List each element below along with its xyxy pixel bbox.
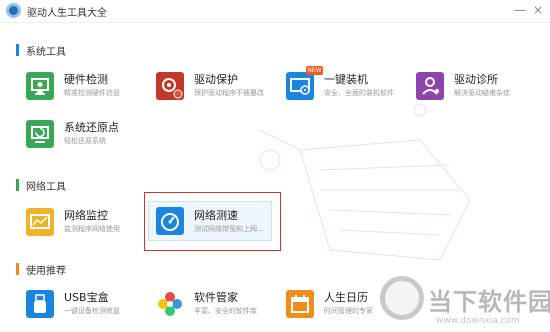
network-chart-icon bbox=[26, 208, 54, 236]
shield-gear-icon bbox=[156, 72, 184, 100]
tool-name: 驱动保护 bbox=[194, 73, 238, 86]
tool-name: 系统还原点 bbox=[64, 121, 119, 134]
tool-software-manager[interactable]: 软件管家 丰富、安全的软件库 bbox=[148, 286, 276, 326]
flower-icon bbox=[156, 290, 184, 318]
tool-description: 轻松还原系统 bbox=[64, 137, 106, 145]
usb-icon bbox=[26, 290, 54, 318]
app-logo-icon bbox=[6, 3, 21, 18]
selection-highlight-frame bbox=[144, 192, 281, 251]
tool-name: USB宝盒 bbox=[64, 291, 109, 304]
tool-name: 硬件检测 bbox=[64, 73, 108, 86]
tool-description: 安全、全面的装机软件 bbox=[324, 89, 394, 97]
title-bar: 驱动人生工具大全 — × bbox=[0, 0, 550, 23]
watermark: 当下软件园 www.downxia.com bbox=[380, 272, 550, 332]
window-title: 驱动人生工具大全 bbox=[27, 8, 107, 19]
section-label: 系统工具 bbox=[26, 47, 66, 58]
computer-disc-icon bbox=[286, 72, 314, 100]
tool-name: 软件管家 bbox=[194, 291, 238, 304]
section-accent-bar bbox=[16, 263, 19, 275]
close-button[interactable]: × bbox=[530, 2, 546, 18]
doctor-icon bbox=[416, 72, 444, 100]
tool-usb-box[interactable]: USB宝盒 一键设备检测修复 bbox=[18, 286, 146, 326]
tool-driver-diagnose[interactable]: 驱动诊所 解决驱动疑难杂症 bbox=[408, 68, 536, 108]
tool-description: 监测程序网络使用 bbox=[64, 225, 120, 233]
tool-description: 精准检测硬件信息 bbox=[64, 89, 120, 97]
tool-description: 时间管理的专家 bbox=[324, 307, 373, 315]
watermark-logo-icon bbox=[380, 276, 424, 320]
section-accent-bar bbox=[16, 44, 19, 56]
tool-description: 解决驱动疑难杂症 bbox=[454, 89, 510, 97]
tool-name: 一键装机 bbox=[324, 73, 368, 86]
section-label: 网络工具 bbox=[26, 182, 66, 193]
minimize-button[interactable]: — bbox=[512, 2, 528, 18]
section-accent-bar bbox=[16, 179, 19, 191]
new-badge: NEW bbox=[306, 66, 323, 75]
restore-monitor-icon bbox=[26, 120, 54, 148]
tool-description: 保护驱动程序不被篡改 bbox=[194, 89, 264, 97]
calendar-icon bbox=[286, 290, 314, 318]
tool-system-restore[interactable]: 系统还原点 轻松还原系统 bbox=[18, 116, 146, 156]
tool-network-monitor[interactable]: 网络监控 监测程序网络使用 bbox=[18, 204, 146, 244]
tool-one-click-install[interactable]: 一键装机 安全、全面的装机软件 bbox=[278, 68, 406, 108]
tool-name: 网络监控 bbox=[64, 209, 108, 222]
watermark-text: 当下软件园 bbox=[428, 288, 550, 316]
tool-description: 一键设备检测修复 bbox=[64, 307, 120, 315]
tool-name: 驱动诊所 bbox=[454, 73, 498, 86]
tool-driver-protect[interactable]: 驱动保护 保护驱动程序不被篡改 bbox=[148, 68, 276, 108]
tool-hardware-check[interactable]: 硬件检测 精准检测硬件信息 bbox=[18, 68, 146, 108]
monitor-icon bbox=[26, 72, 54, 100]
tool-name: 人生日历 bbox=[324, 291, 368, 304]
watermark-domain: www.downxia.com bbox=[436, 316, 520, 326]
tool-description: 丰富、安全的软件库 bbox=[194, 307, 257, 315]
section-label: 使用推荐 bbox=[26, 266, 66, 277]
